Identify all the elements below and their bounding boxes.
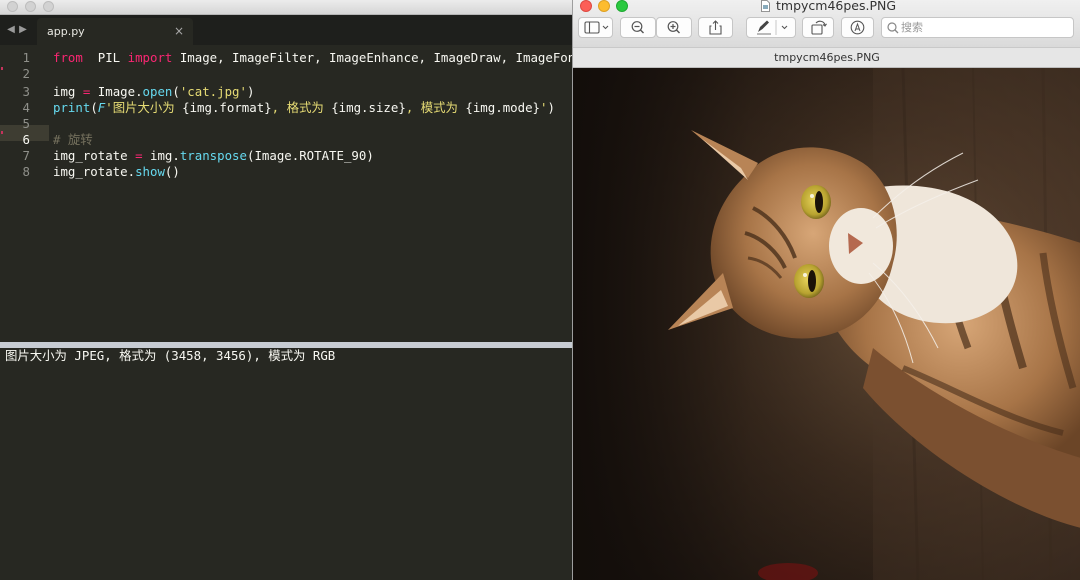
code-token: {img.format} xyxy=(182,100,272,115)
rotate-icon xyxy=(811,20,827,35)
preview-minimize-button[interactable] xyxy=(598,0,610,12)
line-number: 4 xyxy=(22,100,30,115)
rotate-button[interactable] xyxy=(802,17,834,38)
share-button[interactable] xyxy=(698,17,733,38)
window-title: tmpycm46pes.PNG xyxy=(776,0,897,13)
console-output: 图片大小为 JPEG, 格式为 (3458, 3456), 模式为 RGB xyxy=(5,348,336,363)
code-token: ) xyxy=(246,84,255,99)
code-line: 1 from PIL import Image, ImageFilter, Ima… xyxy=(0,50,583,66)
editor-title-bar xyxy=(0,0,572,15)
code-token: print xyxy=(53,100,91,115)
code-token: ( xyxy=(172,84,180,99)
editor-close-button[interactable] xyxy=(7,1,18,12)
code-token: () xyxy=(164,164,180,179)
code-token: img xyxy=(53,84,83,99)
editor-window: ◀ ▶ app.py × 1 from PIL import Image, Ima… xyxy=(0,0,583,580)
zoom-out-icon xyxy=(631,21,644,34)
console-panel: 图片大小为 JPEG, 格式为 (3458, 3456), 模式为 RGB xyxy=(0,348,572,580)
search-icon xyxy=(887,22,899,34)
line-number: 5 xyxy=(22,116,30,131)
code-token: PIL xyxy=(82,50,128,65)
code-token: , 模式为 xyxy=(405,100,466,115)
line-code: # 旋转 xyxy=(53,132,93,148)
code-token: 'cat.jpg' xyxy=(179,84,247,99)
share-icon xyxy=(709,20,722,35)
line-code: print(F'图片大小为 {img.format}, 格式为 {img.siz… xyxy=(53,100,555,116)
code-token: img. xyxy=(142,148,180,163)
preview-window: tmpycm46pes.PNG 搜索 tmpycm46pes.PNG xyxy=(572,0,1080,580)
zoom-in-button[interactable] xyxy=(656,17,692,38)
code-token: # 旋转 xyxy=(53,132,93,147)
markup-button[interactable] xyxy=(746,17,796,38)
code-token: from xyxy=(53,50,83,65)
line-code: from PIL import Image, ImageFilter, Imag… xyxy=(53,50,583,66)
cat-photo xyxy=(573,68,1080,580)
code-token: open xyxy=(142,84,173,99)
document-title: tmpycm46pes.PNG xyxy=(774,51,880,64)
line-number: 6 xyxy=(22,132,30,147)
preview-close-button[interactable] xyxy=(580,0,592,12)
nav-back-icon[interactable]: ◀ xyxy=(6,23,16,37)
code-token: '图片大小为 xyxy=(105,100,183,115)
code-token: ) xyxy=(547,100,555,115)
code-token: img_rotate. xyxy=(53,164,136,179)
zoom-in-icon xyxy=(667,21,680,34)
code-line: 7 img_rotate = img.transpose(Image.ROTATE… xyxy=(0,148,572,164)
image-view[interactable] xyxy=(573,68,1080,580)
line-code: img = Image.open('cat.jpg') xyxy=(53,84,254,100)
code-token: Image, ImageFilter, ImageEnhance, ImageD… xyxy=(172,50,583,65)
line-number: 7 xyxy=(22,148,30,163)
tab-app-py[interactable]: app.py × xyxy=(37,18,193,45)
code-token: img_rotate xyxy=(53,148,136,163)
preview-toolbar: tmpycm46pes.PNG xyxy=(573,0,1080,47)
sidebar-toggle-button[interactable] xyxy=(578,17,613,38)
editor-minimize-button[interactable] xyxy=(25,1,36,12)
code-line: 2 xyxy=(0,66,572,82)
sidebar-icon xyxy=(584,21,609,34)
code-line: 6 # 旋转 xyxy=(0,132,572,148)
preview-zoom-button[interactable] xyxy=(616,0,628,12)
line-number: 1 xyxy=(22,50,30,65)
search-input[interactable] xyxy=(901,20,1069,35)
code-token: import xyxy=(127,50,173,65)
code-token: show xyxy=(135,164,165,179)
line-number: 3 xyxy=(22,84,30,99)
annotate-icon xyxy=(850,20,865,35)
code-token: , 格式为 xyxy=(271,100,332,115)
line-number: 2 xyxy=(22,66,30,81)
code-token: {img.size} xyxy=(331,100,406,115)
line-number: 8 xyxy=(22,164,30,179)
line-code: img_rotate.show() xyxy=(53,164,180,180)
tab-close-icon[interactable]: × xyxy=(174,24,184,38)
code-token: {img.mode} xyxy=(465,100,540,115)
code-token: = xyxy=(135,148,143,163)
code-token: (Image.ROTATE_90) xyxy=(246,148,374,163)
code-token: ( xyxy=(90,100,98,115)
document-title-bar: tmpycm46pes.PNG xyxy=(573,47,1080,68)
tab-label: app.py xyxy=(47,25,85,38)
zoom-out-button[interactable] xyxy=(620,17,656,38)
code-token: transpose xyxy=(179,148,247,163)
code-token: Image. xyxy=(90,84,143,99)
line-code: img_rotate = img.transpose(Image.ROTATE_… xyxy=(53,148,374,164)
code-editor[interactable]: 1 from PIL import Image, ImageFilter, Ima… xyxy=(0,45,583,342)
annotate-button[interactable] xyxy=(841,17,874,38)
editor-tab-bar: ◀ ▶ app.py × xyxy=(0,15,572,45)
code-line: 8 img_rotate.show() xyxy=(0,164,572,180)
search-field[interactable] xyxy=(881,17,1074,38)
code-line: 5 xyxy=(0,116,572,132)
nav-forward-icon[interactable]: ▶ xyxy=(18,23,28,37)
editor-zoom-button[interactable] xyxy=(43,1,54,12)
code-line: 4 print(F'图片大小为 {img.format}, 格式为 {img.si… xyxy=(0,100,572,116)
file-icon xyxy=(761,0,770,12)
code-line: 3 img = Image.open('cat.jpg') xyxy=(0,84,572,100)
pen-icon xyxy=(757,20,788,35)
